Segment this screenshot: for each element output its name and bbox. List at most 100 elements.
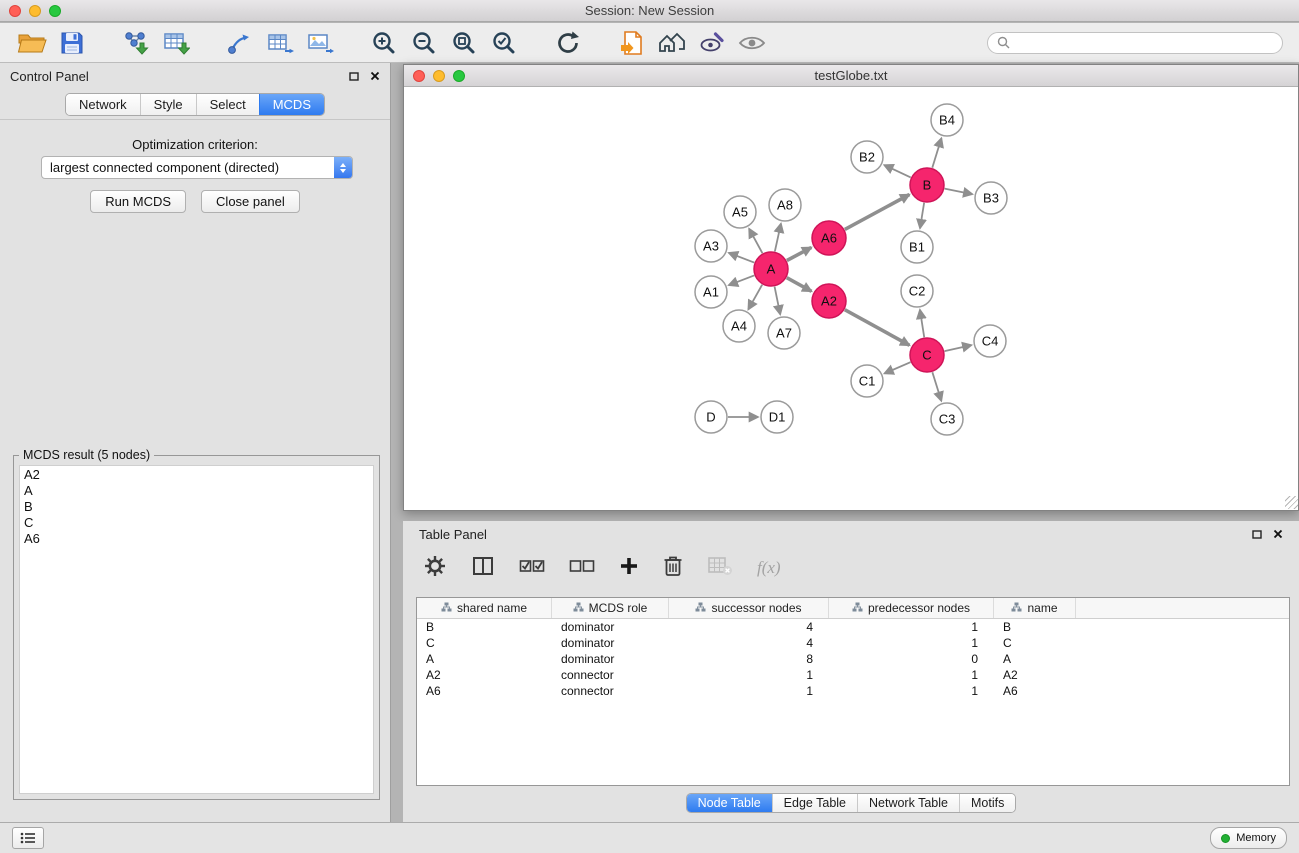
table-row[interactable]: Adominator80A [417,651,1289,667]
show-graphics-eye-icon[interactable] [736,28,768,58]
graph-edge-C-C1[interactable] [884,362,910,373]
network-close-button[interactable] [413,70,425,82]
graph-node-A1[interactable]: A1 [695,276,727,308]
new-table-icon[interactable] [264,28,296,58]
graph-edge-B-B2[interactable] [884,165,910,177]
zoom-fit-icon[interactable] [448,28,480,58]
graph-node-B[interactable]: B [910,168,944,202]
graph-edge-A-A3[interactable] [729,253,754,263]
optimization-criterion-select[interactable]: largest connected component (directed) [41,156,353,179]
column-header-MCDS-role[interactable]: MCDS role [552,598,669,618]
maximize-window-button[interactable] [49,5,61,17]
add-column-icon[interactable] [619,556,639,581]
graph-edge-A-A4[interactable] [748,285,762,310]
graph-edge-A-A7[interactable] [775,287,781,315]
graph-edge-A6-B[interactable] [845,195,910,230]
graph-node-A6[interactable]: A6 [812,221,846,255]
mcds-result-list[interactable]: A2ABCA6 [19,465,374,794]
delete-column-trash-icon[interactable] [663,554,683,583]
graph-edge-C-C4[interactable] [945,345,972,351]
float-panel-icon[interactable] [349,72,359,81]
deselect-all-icon[interactable] [569,558,595,579]
graph-edge-A-A8[interactable] [775,224,781,252]
apply-layout-icon[interactable] [552,28,584,58]
graph-node-D1[interactable]: D1 [761,401,793,433]
table-row[interactable]: A6connector11A6 [417,683,1289,699]
graph-edge-A-A2[interactable] [787,278,812,292]
graph-edge-C-C3[interactable] [932,372,941,401]
tab-select[interactable]: Select [196,94,259,115]
table-settings-gear-icon[interactable] [423,554,447,583]
graph-edge-A-A1[interactable] [729,275,754,285]
graph-node-C1[interactable]: C1 [851,365,883,397]
column-header-name[interactable]: name [994,598,1076,618]
style-brush-icon[interactable] [696,28,728,58]
graph-node-A4[interactable]: A4 [723,310,755,342]
network-window-titlebar[interactable]: testGlobe.txt [404,65,1298,87]
result-item[interactable]: A [24,483,369,499]
import-document-icon[interactable] [616,28,648,58]
show-columns-icon[interactable] [471,555,495,582]
close-panel-button[interactable]: Close panel [201,190,300,213]
tab-node-table[interactable]: Node Table [687,794,772,812]
column-header-predecessor-nodes[interactable]: predecessor nodes [829,598,994,618]
graph-edge-A-A5[interactable] [749,229,762,253]
column-header-successor-nodes[interactable]: successor nodes [669,598,829,618]
result-item[interactable]: C [24,515,369,531]
graph-node-A5[interactable]: A5 [724,196,756,228]
tab-network-table[interactable]: Network Table [857,794,959,812]
network-maximize-button[interactable] [453,70,465,82]
search-field[interactable] [987,32,1283,54]
graph-node-A[interactable]: A [754,252,788,286]
close-table-panel-icon[interactable] [1273,529,1283,539]
graph-node-B1[interactable]: B1 [901,231,933,263]
home-icon[interactable] [656,28,688,58]
minimize-window-button[interactable] [29,5,41,17]
zoom-in-icon[interactable] [368,28,400,58]
graph-node-A7[interactable]: A7 [768,317,800,349]
graph-node-C2[interactable]: C2 [901,275,933,307]
network-minimize-button[interactable] [433,70,445,82]
run-mcds-button[interactable]: Run MCDS [90,190,186,213]
zoom-selected-icon[interactable] [488,28,520,58]
graph-edge-B-B1[interactable] [920,203,924,228]
tab-mcds[interactable]: MCDS [259,94,324,115]
float-table-panel-icon[interactable] [1252,530,1262,539]
graph-node-C3[interactable]: C3 [931,403,963,435]
graph-node-A8[interactable]: A8 [769,189,801,221]
result-item[interactable]: B [24,499,369,515]
graph-node-A2[interactable]: A2 [812,284,846,318]
result-item[interactable]: A6 [24,531,369,547]
show-panels-button[interactable] [12,827,44,849]
table-row[interactable]: A2connector11A2 [417,667,1289,683]
import-table-icon[interactable] [160,28,192,58]
network-canvas[interactable]: AA6A2BCA5A8A3A1A4A7B4B2B3B1C2C4C1C3DD1 [404,87,1298,509]
graph-edge-A2-C[interactable] [845,310,910,346]
close-window-button[interactable] [9,5,21,17]
import-network-icon[interactable] [120,28,152,58]
result-item[interactable]: A2 [24,467,369,483]
select-all-icon[interactable] [519,558,545,579]
tab-style[interactable]: Style [140,94,196,115]
table-row[interactable]: Bdominator41B [417,619,1289,635]
open-file-icon[interactable] [16,28,48,58]
graph-edge-B-B3[interactable] [945,189,973,195]
graph-node-B2[interactable]: B2 [851,141,883,173]
graph-edge-A-A6[interactable] [787,247,811,260]
graph-node-C4[interactable]: C4 [974,325,1006,357]
column-header-shared-name[interactable]: shared name [417,598,552,618]
graph-edge-B-B4[interactable] [932,138,941,168]
graph-node-B3[interactable]: B3 [975,182,1007,214]
resize-grip[interactable] [1285,496,1298,509]
graph-node-C[interactable]: C [910,338,944,372]
graph-node-B4[interactable]: B4 [931,104,963,136]
table-row[interactable]: Cdominator41C [417,635,1289,651]
export-image-icon[interactable] [304,28,336,58]
tab-motifs[interactable]: Motifs [959,794,1015,812]
save-session-icon[interactable] [56,28,88,58]
tab-edge-table[interactable]: Edge Table [772,794,857,812]
graph-node-D[interactable]: D [695,401,727,433]
search-input[interactable] [1016,35,1273,51]
tab-network[interactable]: Network [66,94,140,115]
close-panel-icon[interactable] [370,71,380,81]
